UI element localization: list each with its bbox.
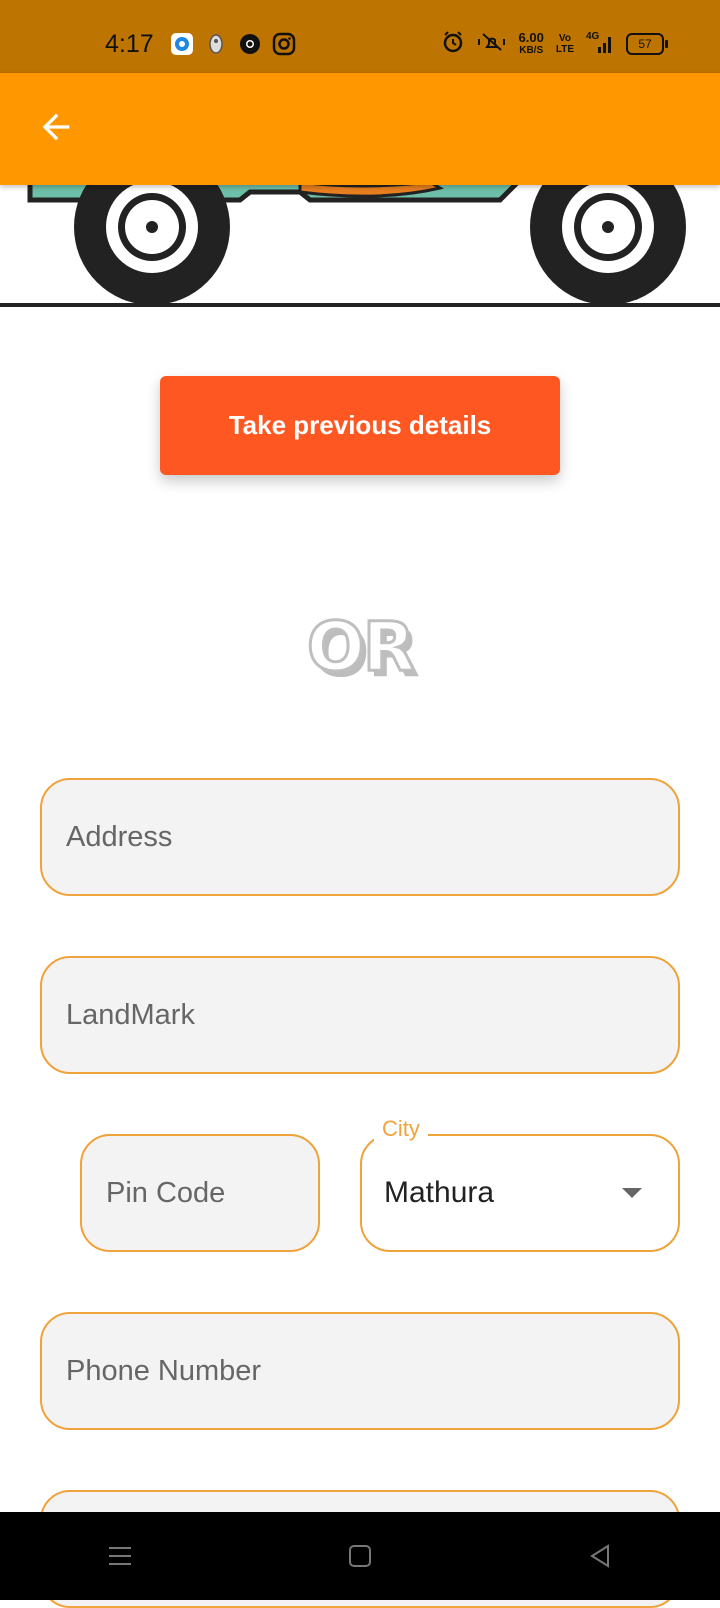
app-notification-icon	[170, 32, 194, 56]
phone-number-field[interactable]: Phone Number	[40, 1312, 680, 1430]
back-nav-button[interactable]	[570, 1526, 630, 1586]
status-time: 4:17	[105, 30, 154, 58]
auto-rickshaw-illustration	[0, 170, 720, 307]
city-dropdown[interactable]: City Mathura	[360, 1116, 680, 1252]
home-button[interactable]	[330, 1526, 390, 1586]
net-speed: 6.00 KB/S	[518, 29, 544, 56]
volte-indicator: Vo LTE	[556, 33, 574, 55]
square-icon	[349, 1545, 371, 1567]
status-right: 6.00 KB/S Vo LTE 4G 57	[441, 29, 668, 57]
volte-bottom: LTE	[555, 43, 574, 55]
or-divider: OR	[305, 607, 416, 689]
take-previous-details-button[interactable]: Take previous details	[160, 376, 560, 475]
volte-top: Vo	[558, 32, 571, 44]
net-speed-unit: KB/S	[519, 44, 544, 56]
dropdown-arrow-icon	[622, 1188, 642, 1198]
pincode-field[interactable]: Pin Code	[80, 1134, 320, 1252]
status-bar: 4:17 6.00 KB/S Vo LTE 4G 57	[0, 0, 720, 73]
notification-icons	[170, 32, 296, 56]
back-button[interactable]	[28, 99, 84, 155]
address-placeholder: Address	[66, 820, 173, 853]
signal-icon: 4G	[586, 30, 614, 55]
system-navigation-bar	[0, 1512, 720, 1600]
alarm-icon	[441, 30, 465, 57]
chrome-icon	[238, 32, 262, 56]
city-label: City	[374, 1116, 428, 1142]
recent-apps-button[interactable]	[90, 1526, 150, 1586]
phone-number-placeholder: Phone Number	[66, 1354, 262, 1387]
landmark-placeholder: LandMark	[66, 998, 195, 1031]
pincode-placeholder: Pin Code	[106, 1176, 226, 1209]
app-bar	[0, 73, 720, 185]
avatar-notification-icon	[204, 32, 228, 56]
mute-vibrate-icon	[477, 30, 507, 57]
net-speed-value: 6.00	[518, 29, 544, 45]
network-type: 4G	[586, 30, 600, 42]
city-value: Mathura	[384, 1176, 495, 1209]
menu-icon	[109, 1547, 131, 1565]
battery-icon: 57	[626, 32, 668, 55]
address-field[interactable]: Address	[40, 778, 680, 896]
arrow-back-icon	[42, 113, 70, 141]
landmark-field[interactable]: LandMark	[40, 956, 680, 1074]
instagram-icon	[272, 32, 296, 56]
triangle-back-icon	[590, 1544, 609, 1568]
